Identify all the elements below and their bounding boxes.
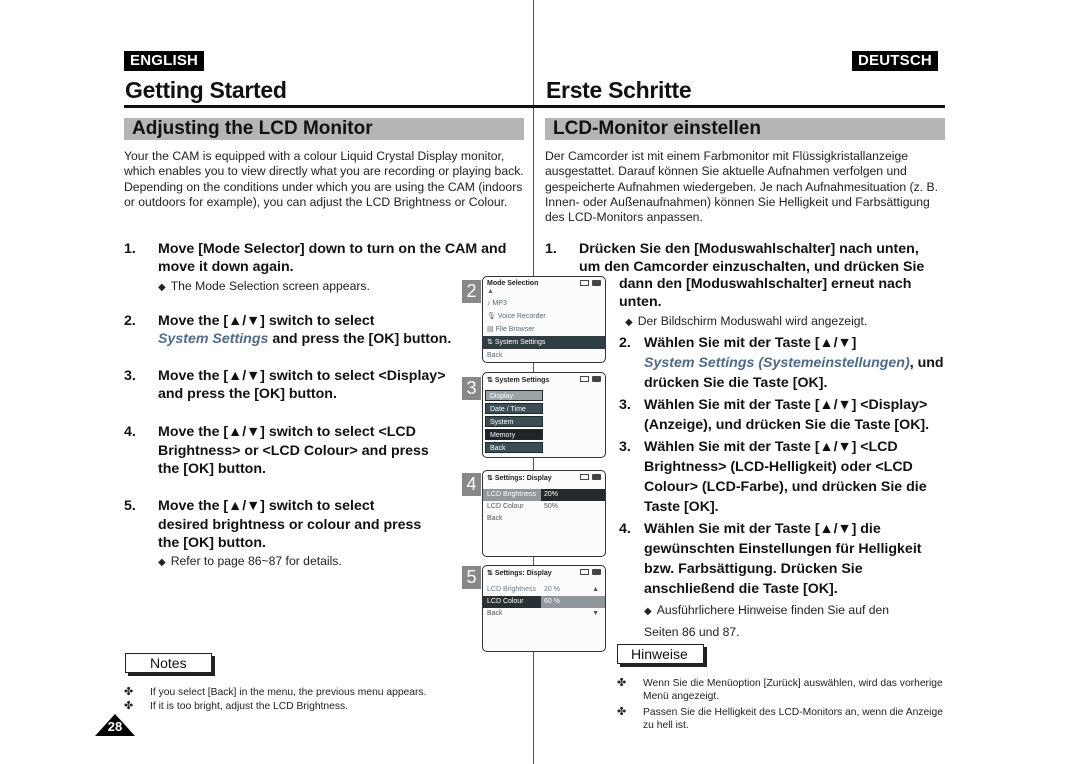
menu-item-memory: Memory xyxy=(485,429,543,440)
step-number: 3. xyxy=(124,368,136,384)
screen-title: Settings: Display xyxy=(494,570,552,577)
menu-item-voice-recorder: 🎙 Voice Recorder xyxy=(487,313,546,320)
step-text: Move the [▲/▼] switch to select <Display… xyxy=(158,368,446,402)
clover-bullet-icon: ✤ xyxy=(617,706,627,718)
step-number: 4. xyxy=(619,521,631,537)
step-1-sub-en: ◆ The Mode Selection screen appears. xyxy=(158,279,370,293)
diamond-bullet-icon: ◆ xyxy=(158,282,166,293)
note-2-de: ✤ Passen Sie die Helligkeit des LCD-Monit… xyxy=(617,706,943,731)
section-title-en: Adjusting the LCD Monitor xyxy=(124,118,524,140)
screen-title: System Settings xyxy=(494,377,550,384)
setting-back: Back xyxy=(487,515,503,522)
screen-number-2: 2 xyxy=(462,280,481,303)
menu-item-back: Back xyxy=(487,352,503,359)
menu-item-date-time: Date / Time xyxy=(485,403,543,414)
menu-item-system: System xyxy=(485,416,543,427)
notes-label-de: Hinweise xyxy=(617,644,704,664)
step-1-en: 1. Move [Mode Selector] down to turn on … xyxy=(124,241,524,276)
step-5-en: 5. Move the [▲/▼] switch to select desir… xyxy=(124,497,424,553)
battery-icon xyxy=(592,376,601,382)
step-3-de: 3. Wählen Sie mit der Taste [▲/▼] <Displ… xyxy=(619,397,930,433)
intro-de: Der Camcorder ist mit einem Farbmonitor … xyxy=(545,149,938,225)
screen-title: Mode Selection xyxy=(487,280,539,287)
clover-bullet-icon: ✤ xyxy=(124,686,134,698)
setting-back: Back ▼ xyxy=(483,608,605,620)
card-icon xyxy=(580,569,589,575)
card-icon xyxy=(580,376,589,382)
menu-item-display: Display xyxy=(485,390,543,401)
page-title-de: Erste Schritte xyxy=(546,77,692,103)
step-text: Move the [▲/▼] switch to select desired … xyxy=(158,498,422,551)
step-number: 4. xyxy=(124,424,136,440)
page-title-en: Getting Started xyxy=(125,77,287,103)
battery-icon xyxy=(592,569,601,575)
step-text: Move [Mode Selector] down to turn on the… xyxy=(158,241,507,275)
step-1-sub-de: ◆ Der Bildschirm Moduswahl wird angezeigt… xyxy=(625,314,868,328)
step-2-de: 2. Wählen Sie mit der Taste [▲/▼] System … xyxy=(619,335,944,391)
step-4-de: 4. Wählen Sie mit der Taste [▲/▼] die ge… xyxy=(619,521,922,597)
menu-item-file-browser: ▤ File Browser xyxy=(487,326,535,333)
diamond-bullet-icon: ◆ xyxy=(158,557,166,568)
step-number: 5. xyxy=(124,498,136,514)
menu-term-system-settings: System Settings xyxy=(158,330,269,347)
step-3b-de: 3. Wählen Sie mit der Taste [▲/▼] <LCD B… xyxy=(619,439,927,515)
display-settings-screen-colour: ⇅ Settings: Display LCD Brightness 20 % ▲ … xyxy=(482,565,606,652)
step-number: 1. xyxy=(124,241,136,257)
menu-item-back: Back xyxy=(485,442,543,453)
note-1-en: ✤ If you select [Back] in the menu, the p… xyxy=(124,686,427,698)
step-number: 2. xyxy=(619,335,631,351)
screen-title: Settings: Display xyxy=(494,475,552,482)
screen-number-4: 4 xyxy=(462,473,481,496)
setting-lcd-brightness: LCD Brightness 20 % ▲ xyxy=(483,584,605,596)
diamond-bullet-icon: ◆ xyxy=(625,317,633,328)
step-2-en: 2. Move the [▲/▼] switch to select System… xyxy=(124,313,452,347)
setting-lcd-brightness: LCD Brightness 20% xyxy=(483,489,605,501)
section-title-de: LCD-Monitor einstellen xyxy=(545,118,945,140)
arrow-down-icon: ▼ xyxy=(592,610,599,617)
step-text: Move the [▲/▼] switch to select xyxy=(158,313,375,329)
step-number: 1. xyxy=(545,241,557,257)
step-3-en: 3. Move the [▲/▼] switch to select <Disp… xyxy=(124,368,454,403)
setting-lcd-colour: LCD Colour 60 % xyxy=(483,596,605,608)
arrow-up-icon: ▲ xyxy=(592,586,599,593)
screen-number-5: 5 xyxy=(462,566,481,589)
battery-icon xyxy=(592,474,601,480)
clover-bullet-icon: ✤ xyxy=(617,677,627,689)
step-5-sub-en: ◆ Refer to page 86~87 for details. xyxy=(158,554,342,568)
card-icon xyxy=(580,474,589,480)
notes-label-en: Notes xyxy=(125,653,212,673)
clover-bullet-icon: ✤ xyxy=(124,700,134,712)
note-2-en: ✤ If it is too bright, adjust the LCD Bri… xyxy=(124,700,349,712)
screen-number-3: 3 xyxy=(462,377,481,400)
title-rule xyxy=(124,105,945,108)
step-number: 3. xyxy=(619,397,631,413)
step-4-sub-de: ◆ Ausführlichere Hinweise finden Sie auf … xyxy=(644,603,890,639)
diamond-bullet-icon: ◆ xyxy=(644,606,652,617)
page-number: 28 xyxy=(107,719,123,734)
setting-lcd-colour: LCD Colour 50% xyxy=(487,503,559,510)
step-text: Move the [▲/▼] switch to select <LCD Bri… xyxy=(158,424,429,477)
step-4-en: 4. Move the [▲/▼] switch to select <LCD … xyxy=(124,423,454,479)
deutsch-badge: DEUTSCH xyxy=(852,51,938,71)
note-1-de: ✤ Wenn Sie die Menüoption [Zurück] auswäh… xyxy=(617,677,943,702)
system-settings-screen: ⇅ System Settings Display Date / Time Sy… xyxy=(482,372,606,458)
english-badge: ENGLISH xyxy=(124,51,205,71)
step-number: 3. xyxy=(619,439,631,455)
menu-term-system-settings: System Settings (Systemeinstellungen) xyxy=(644,355,910,371)
menu-item-system-settings: ⇅ System Settings xyxy=(483,336,605,349)
step-1-de: 1. Drücken Sie den [Moduswahlschalter] n… xyxy=(545,241,925,310)
display-settings-screen-brightness: ⇅ Settings: Display LCD Brightness 20% LC… xyxy=(482,470,606,557)
step-number: 2. xyxy=(124,313,136,329)
intro-en: Your the CAM is equipped with a colour L… xyxy=(124,149,524,209)
